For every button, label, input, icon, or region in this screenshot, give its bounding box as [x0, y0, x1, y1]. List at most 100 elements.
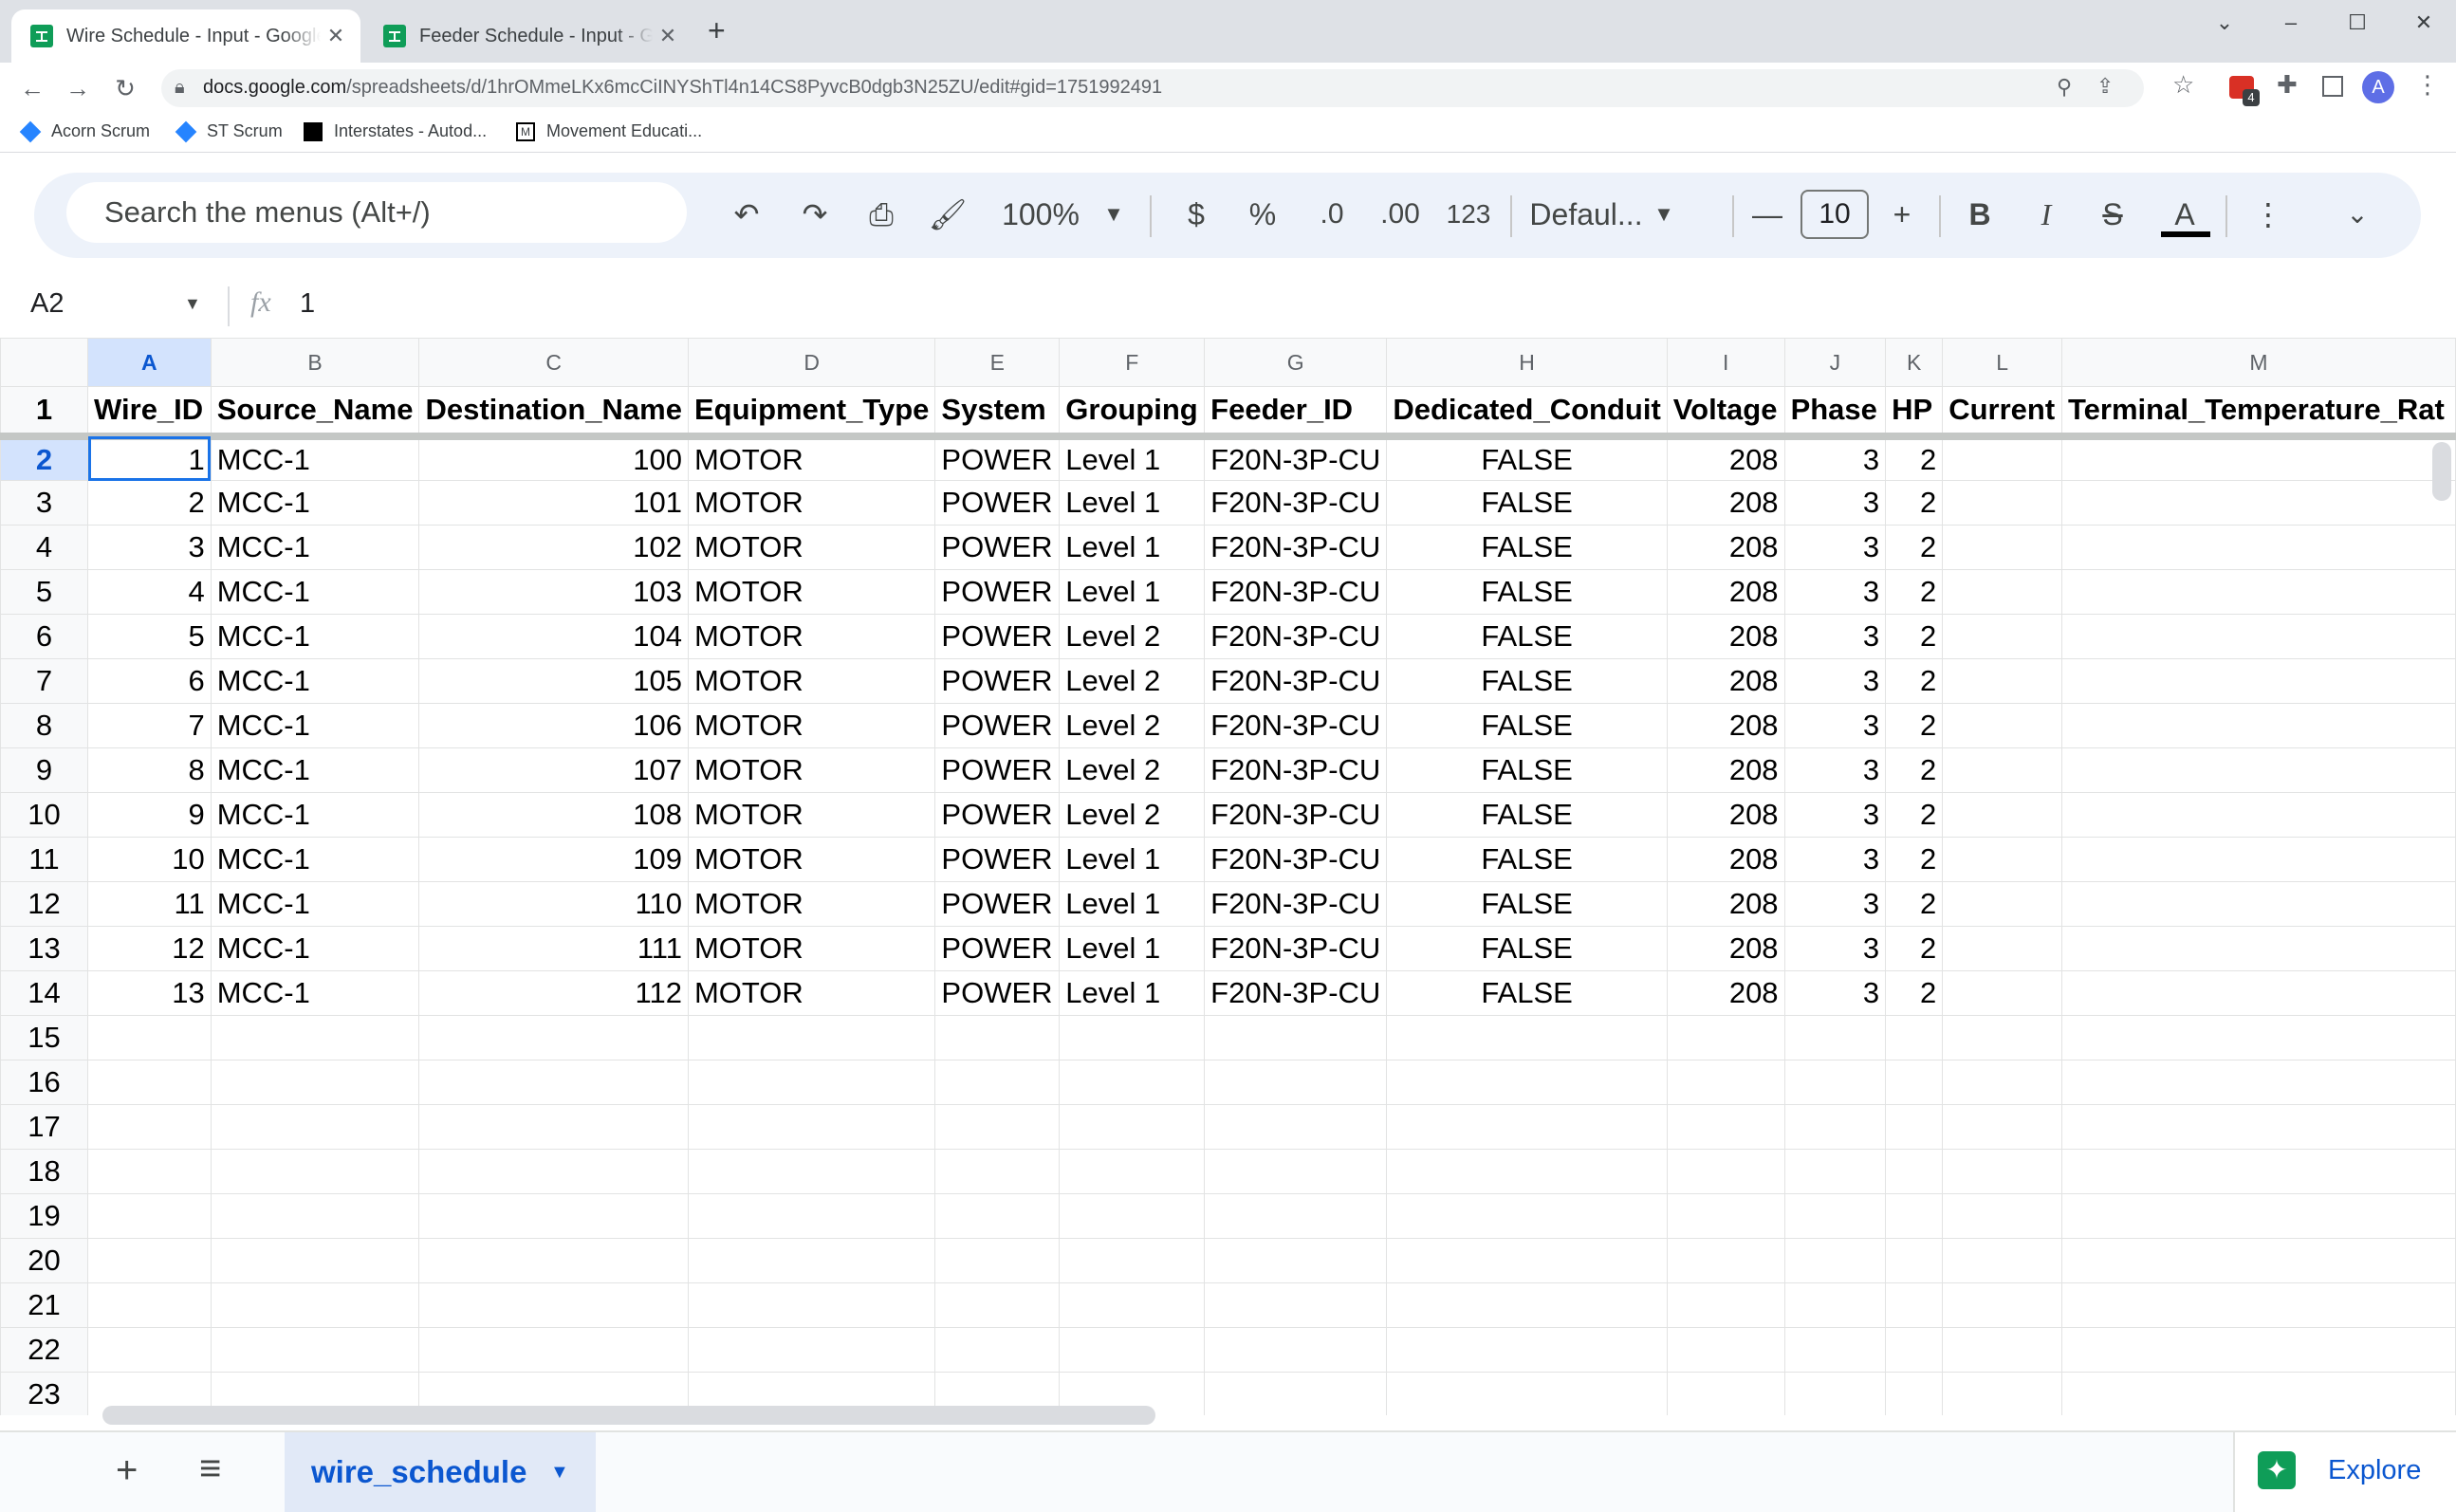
row-header[interactable]: 8: [0, 703, 89, 748]
row-header[interactable]: 14: [0, 970, 89, 1016]
row-header[interactable]: 22: [0, 1327, 89, 1373]
bookmark-star-icon[interactable]: ☆: [2172, 70, 2194, 100]
collapse-toolbar-chevron-icon[interactable]: ⌄: [2334, 188, 2381, 241]
table-cell[interactable]: [1666, 1193, 1785, 1239]
table-cell[interactable]: [1942, 1060, 2063, 1105]
table-cell[interactable]: 3: [1783, 747, 1887, 793]
table-cell[interactable]: F20N-3P-CU: [1204, 703, 1388, 748]
table-cell[interactable]: [418, 1193, 689, 1239]
table-cell[interactable]: MOTOR: [687, 703, 936, 748]
percent-format-button[interactable]: %: [1237, 188, 1288, 241]
table-cell[interactable]: [1059, 1238, 1206, 1283]
formula-input[interactable]: 1: [300, 288, 315, 320]
table-cell[interactable]: [1666, 1282, 1785, 1328]
table-cell[interactable]: MOTOR: [687, 837, 936, 882]
header-cell[interactable]: Phase: [1783, 386, 1887, 440]
bookmark-movement-education[interactable]: M Movement Educati...: [516, 121, 702, 141]
table-cell[interactable]: 208: [1666, 703, 1785, 748]
table-cell[interactable]: 208: [1666, 926, 1785, 971]
table-cell[interactable]: [1204, 1060, 1388, 1105]
table-cell[interactable]: [1885, 1327, 1944, 1373]
browser-menu-icon[interactable]: ⋮: [2415, 70, 2440, 100]
column-header-f[interactable]: F: [1059, 338, 1206, 387]
table-cell[interactable]: [2061, 926, 2456, 971]
table-cell[interactable]: 103: [418, 569, 689, 615]
table-cell[interactable]: MCC-1: [210, 747, 420, 793]
table-cell[interactable]: [1059, 1327, 1206, 1373]
table-cell[interactable]: [1666, 1104, 1785, 1150]
font-size-input[interactable]: 10: [1800, 190, 1869, 239]
table-cell[interactable]: [1783, 1327, 1887, 1373]
select-all-corner[interactable]: [0, 338, 89, 387]
table-cell[interactable]: MOTOR: [687, 658, 936, 704]
header-cell[interactable]: Terminal_Temperature_Rat: [2061, 386, 2456, 440]
table-cell[interactable]: [1942, 569, 2063, 615]
table-cell[interactable]: 2: [1885, 792, 1944, 838]
column-header-l[interactable]: L: [1942, 338, 2063, 387]
table-cell[interactable]: [687, 1015, 936, 1060]
decrease-font-size-icon[interactable]: —: [1742, 188, 1793, 241]
table-cell[interactable]: 2: [1885, 614, 1944, 659]
row-header[interactable]: 21: [0, 1282, 89, 1328]
table-cell[interactable]: F20N-3P-CU: [1204, 525, 1388, 570]
table-cell[interactable]: [934, 1149, 1061, 1194]
table-cell[interactable]: 208: [1666, 881, 1785, 927]
table-cell[interactable]: [1059, 1060, 1206, 1105]
table-cell[interactable]: 3: [1783, 569, 1887, 615]
table-cell[interactable]: MCC-1: [210, 614, 420, 659]
table-cell[interactable]: POWER: [934, 747, 1061, 793]
header-cell[interactable]: Voltage: [1666, 386, 1785, 440]
table-cell[interactable]: [2061, 881, 2456, 927]
table-cell[interactable]: [2061, 1238, 2456, 1283]
table-cell[interactable]: [2061, 614, 2456, 659]
table-cell[interactable]: MCC-1: [210, 525, 420, 570]
table-cell[interactable]: 109: [418, 837, 689, 882]
table-cell[interactable]: POWER: [934, 435, 1061, 481]
table-cell[interactable]: MOTOR: [687, 480, 936, 526]
column-header-a[interactable]: A: [87, 338, 212, 387]
table-cell[interactable]: [87, 1282, 212, 1328]
table-cell[interactable]: 8: [87, 747, 212, 793]
table-cell[interactable]: MOTOR: [687, 970, 936, 1016]
table-cell[interactable]: [1942, 435, 2063, 481]
table-cell[interactable]: [1783, 1282, 1887, 1328]
table-cell[interactable]: [2061, 658, 2456, 704]
table-cell[interactable]: FALSE: [1386, 703, 1668, 748]
increase-decimal-button[interactable]: .00: [1370, 188, 1431, 241]
table-cell[interactable]: [1386, 1149, 1668, 1194]
table-cell[interactable]: [2061, 1327, 2456, 1373]
table-cell[interactable]: [687, 1238, 936, 1283]
name-box-dropdown-icon[interactable]: ▼: [184, 294, 201, 314]
row-header[interactable]: 12: [0, 881, 89, 927]
table-cell[interactable]: F20N-3P-CU: [1204, 926, 1388, 971]
table-cell[interactable]: [1942, 1193, 2063, 1239]
undo-icon[interactable]: ↶: [721, 188, 772, 241]
table-cell[interactable]: FALSE: [1386, 525, 1668, 570]
table-cell[interactable]: [210, 1238, 420, 1283]
row-header[interactable]: 19: [0, 1193, 89, 1239]
table-cell[interactable]: [87, 1015, 212, 1060]
table-cell[interactable]: Level 2: [1059, 614, 1206, 659]
column-header-e[interactable]: E: [934, 338, 1061, 387]
table-cell[interactable]: [2061, 1282, 2456, 1328]
table-cell[interactable]: [210, 1282, 420, 1328]
table-cell[interactable]: POWER: [934, 926, 1061, 971]
lock-icon[interactable]: 🔒︎: [175, 77, 185, 99]
table-cell[interactable]: [210, 1060, 420, 1105]
table-cell[interactable]: 105: [418, 658, 689, 704]
table-cell[interactable]: [687, 1193, 936, 1239]
row-header[interactable]: 3: [0, 480, 89, 526]
table-cell[interactable]: [1942, 1327, 2063, 1373]
table-cell[interactable]: 6: [87, 658, 212, 704]
table-cell[interactable]: [210, 1015, 420, 1060]
table-cell[interactable]: 208: [1666, 569, 1785, 615]
table-cell[interactable]: 2: [1885, 658, 1944, 704]
table-cell[interactable]: FALSE: [1386, 569, 1668, 615]
table-cell[interactable]: [1204, 1015, 1388, 1060]
table-cell[interactable]: POWER: [934, 970, 1061, 1016]
table-cell[interactable]: [1204, 1104, 1388, 1150]
strikethrough-button[interactable]: S: [2087, 188, 2138, 241]
table-cell[interactable]: [1942, 480, 2063, 526]
table-cell[interactable]: 100: [418, 435, 689, 481]
table-cell[interactable]: [687, 1327, 936, 1373]
